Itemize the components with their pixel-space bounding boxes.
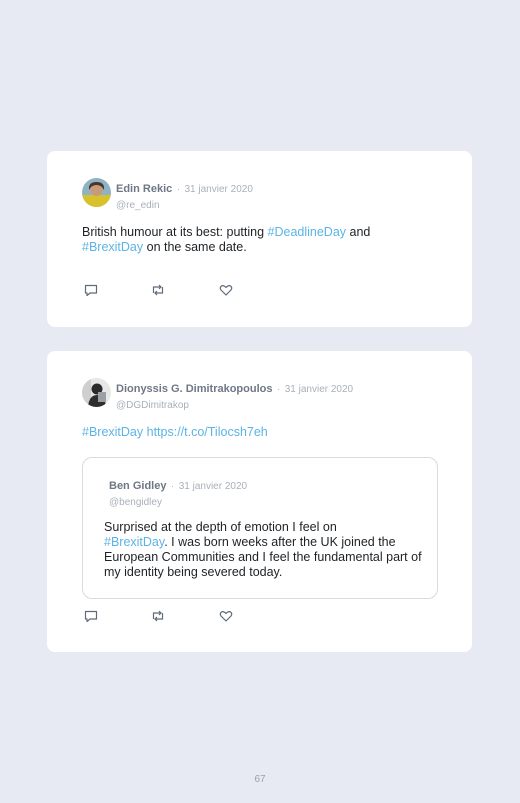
- tweet-actions: [83, 608, 243, 624]
- tweet-text-part: on the same date.: [143, 240, 247, 254]
- tweet-meta: Edin Rekic · 31 janvier 2020 @re_edin: [116, 179, 253, 211]
- author-name[interactable]: Edin Rekic: [116, 183, 172, 195]
- tweet-text-part: Surprised at the depth of emotion I feel…: [104, 520, 337, 534]
- separator-dot: ·: [170, 481, 175, 492]
- reply-icon[interactable]: [83, 282, 99, 298]
- retweet-icon[interactable]: [150, 282, 166, 298]
- retweet-icon[interactable]: [150, 608, 166, 624]
- tweet-card: Edin Rekic · 31 janvier 2020 @re_edin Br…: [47, 151, 472, 327]
- tweet-text-part: British humour at its best: putting: [82, 225, 268, 239]
- hashtag-link[interactable]: #BrexitDay: [82, 425, 143, 439]
- tweet-date[interactable]: 31 janvier 2020: [285, 384, 353, 395]
- tweet-date[interactable]: 31 janvier 2020: [185, 184, 253, 195]
- tweet-meta: Dionyssis G. Dimitrakopoulos · 31 janvie…: [116, 379, 353, 411]
- hashtag-link[interactable]: #BrexitDay: [82, 240, 143, 254]
- url-link[interactable]: https://t.co/Tilocsh7eh: [147, 425, 268, 439]
- hashtag-link[interactable]: #DeadlineDay: [268, 225, 347, 239]
- tweet-text: #BrexitDay https://t.co/Tilocsh7eh: [82, 425, 422, 440]
- separator-dot: ·: [176, 184, 181, 195]
- quoted-tweet[interactable]: Ben Gidley · 31 janvier 2020 @bengidley …: [82, 457, 438, 599]
- page-number: 67: [254, 774, 266, 785]
- author-handle[interactable]: @DGDimitrakop: [116, 400, 353, 411]
- tweet-text: British humour at its best: putting #Dea…: [82, 225, 412, 255]
- hashtag-link[interactable]: #BrexitDay: [104, 535, 164, 549]
- separator-dot: ·: [276, 384, 281, 395]
- quoted-author-name[interactable]: Ben Gidley: [109, 480, 166, 492]
- tweet-actions: [83, 282, 243, 298]
- tweet-card: Dionyssis G. Dimitrakopoulos · 31 janvie…: [47, 351, 472, 652]
- like-icon[interactable]: [218, 282, 234, 298]
- author-name[interactable]: Dionyssis G. Dimitrakopoulos: [116, 383, 272, 395]
- avatar[interactable]: [82, 178, 111, 207]
- quoted-tweet-date[interactable]: 31 janvier 2020: [179, 481, 247, 492]
- quoted-tweet-text: Surprised at the depth of emotion I feel…: [104, 520, 424, 580]
- reply-icon[interactable]: [83, 608, 99, 624]
- like-icon[interactable]: [218, 608, 234, 624]
- avatar[interactable]: [82, 378, 111, 407]
- author-handle[interactable]: @re_edin: [116, 200, 253, 211]
- quoted-tweet-meta: Ben Gidley · 31 janvier 2020 @bengidley: [109, 476, 247, 508]
- tweet-text-part: and: [346, 225, 371, 239]
- quoted-author-handle[interactable]: @bengidley: [109, 497, 247, 508]
